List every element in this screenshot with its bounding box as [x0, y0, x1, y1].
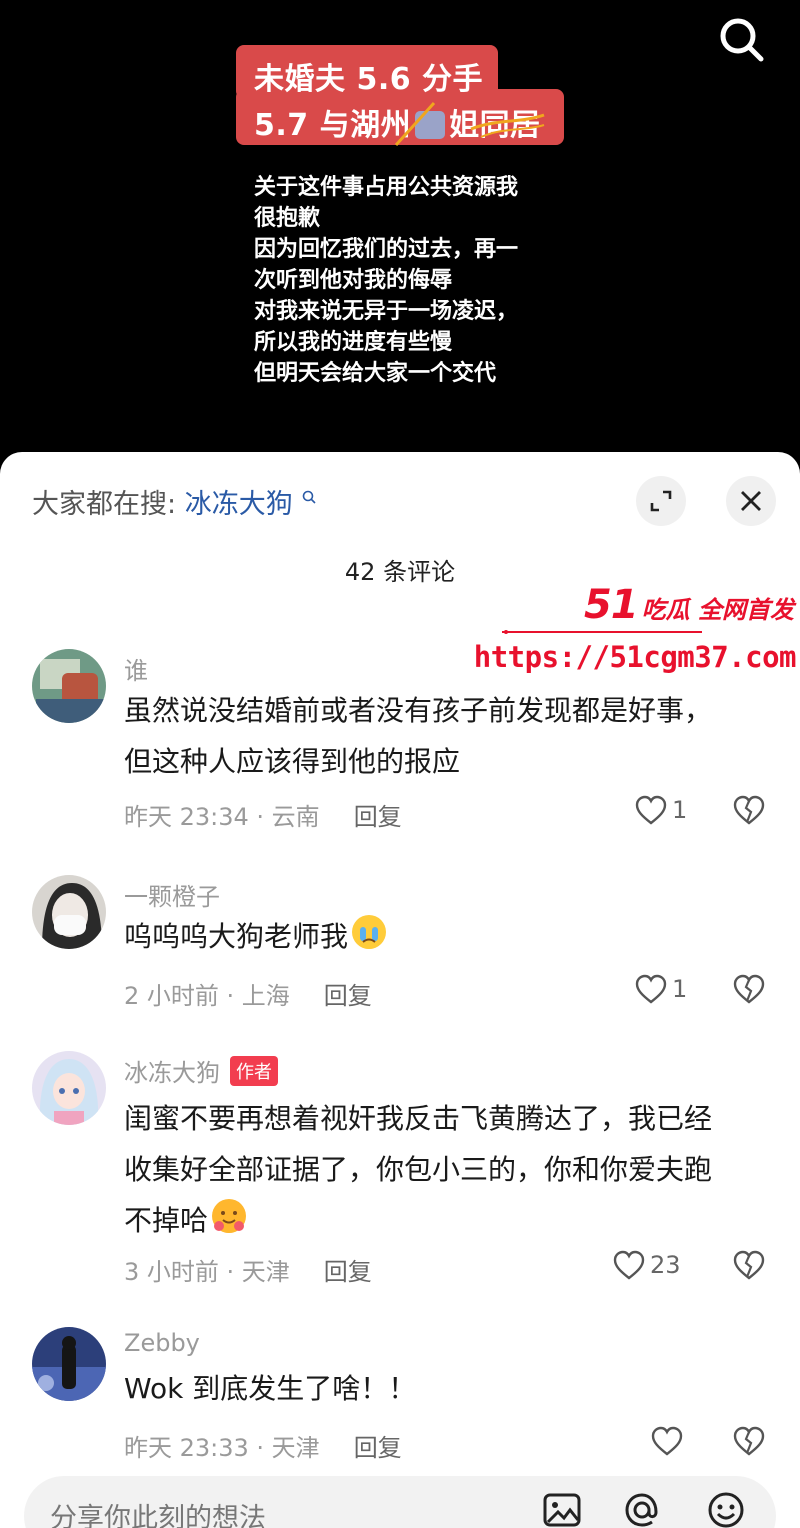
broken-heart-icon [733, 1426, 765, 1456]
dislike-button[interactable] [732, 1425, 766, 1457]
scribble-overlay [394, 101, 545, 147]
comment-text: Wok 到底发生了啥！！ [124, 1372, 417, 1405]
comment-meta: 昨天 23:33 · 天津 回复 [124, 1434, 402, 1462]
close-icon [741, 491, 761, 511]
comment-text: 虽然说没结婚前或者没有孩子前发现都是好事， 但这种人应该得到他的报应 [124, 694, 713, 778]
comment-meta: 3 小时前 · 天津 回复 [124, 1258, 372, 1286]
avatar[interactable] [32, 1051, 106, 1125]
mention-icon[interactable] [620, 1488, 664, 1528]
dislike-button[interactable] [732, 973, 766, 1005]
like-count: 23 [650, 1251, 681, 1279]
like-button[interactable] [650, 1425, 688, 1457]
comment-meta: 2 小时前 · 上海 回复 [124, 982, 372, 1010]
hug-emoji-icon [212, 1199, 247, 1233]
crying-emoji-icon [352, 915, 387, 949]
comment-input[interactable]: 分享你此刻的想法 [24, 1476, 776, 1528]
like-button[interactable]: 23 [612, 1249, 681, 1281]
heart-icon [613, 1250, 645, 1280]
mini-search-icon [302, 490, 316, 504]
broken-heart-icon [733, 1250, 765, 1280]
dislike-button[interactable] [732, 1249, 766, 1281]
avatar[interactable] [32, 649, 106, 723]
heart-icon [635, 974, 667, 1004]
author-tag: 作者 [230, 1056, 278, 1086]
comment-author[interactable]: 一颗橙子 [124, 877, 220, 912]
avatar[interactable] [32, 1327, 106, 1401]
reply-button[interactable]: 回复 [354, 803, 402, 831]
reply-button[interactable]: 回复 [324, 1258, 372, 1286]
expand-button[interactable] [636, 476, 686, 526]
heart-icon [651, 1426, 683, 1456]
heart-icon [635, 795, 667, 825]
watermark-slogan: 吃瓜 全网首发 [641, 596, 794, 624]
comment-author-name[interactable]: 冰冻大狗 [124, 1059, 220, 1087]
comment-author[interactable]: Zebby [124, 1329, 200, 1357]
watermark-brand: 51 [583, 582, 639, 628]
emoji-icon[interactable] [704, 1488, 748, 1528]
comment-text: 闺蜜不要再想着视奸我反击飞黄腾达了，我已经 收集好全部证据了，你包小三的，你和你… [124, 1102, 713, 1237]
like-count: 1 [672, 796, 688, 824]
reply-button[interactable]: 回复 [354, 1434, 402, 1462]
comment-sheet: 大家都在搜: 冰冻大狗 42 条评论 51 吃瓜 全网首发 https://51c… [0, 452, 800, 1528]
like-button[interactable]: 1 [634, 973, 687, 1005]
watermark-url: https://51cgm37.com [473, 640, 797, 674]
broken-heart-icon [733, 795, 765, 825]
dislike-button[interactable] [732, 794, 766, 826]
watermark: 51 吃瓜 全网首发 https://51cgm37.com [474, 582, 800, 682]
like-count: 1 [672, 975, 688, 1003]
comment-author[interactable]: 谁 [124, 651, 148, 686]
watermark-line [502, 630, 702, 634]
like-button[interactable]: 1 [634, 794, 687, 826]
hot-search-term[interactable]: 冰冻大狗 [185, 489, 293, 520]
hot-search-label: 大家都在搜: [32, 489, 177, 520]
comment-author: 冰冻大狗 作者 [124, 1053, 278, 1088]
image-icon[interactable] [540, 1488, 584, 1528]
search-icon[interactable] [716, 14, 768, 66]
comment-text: 呜呜呜大狗老师我 [124, 911, 774, 962]
avatar[interactable] [32, 875, 106, 949]
close-button[interactable] [726, 476, 776, 526]
reply-button[interactable]: 回复 [324, 982, 372, 1010]
video-area[interactable]: 未婚夫 5.6 分手 5.7 与湖州 姐同居 关于这件事占用公共资源我 很抱歉 因… [0, 0, 800, 470]
broken-heart-icon [733, 974, 765, 1004]
hot-search[interactable]: 大家都在搜: 冰冻大狗 [32, 482, 317, 521]
comment-input-placeholder[interactable]: 分享你此刻的想法 [50, 1496, 266, 1528]
comment-meta: 昨天 23:34 · 云南 回复 [124, 803, 402, 831]
video-statement-text: 关于这件事占用公共资源我 很抱歉 因为回忆我们的过去，再一 次听到他对我的侮辱 … [254, 175, 519, 386]
expand-icon [650, 490, 672, 512]
title-line-1: 未婚夫 5.6 分手 [254, 62, 484, 97]
